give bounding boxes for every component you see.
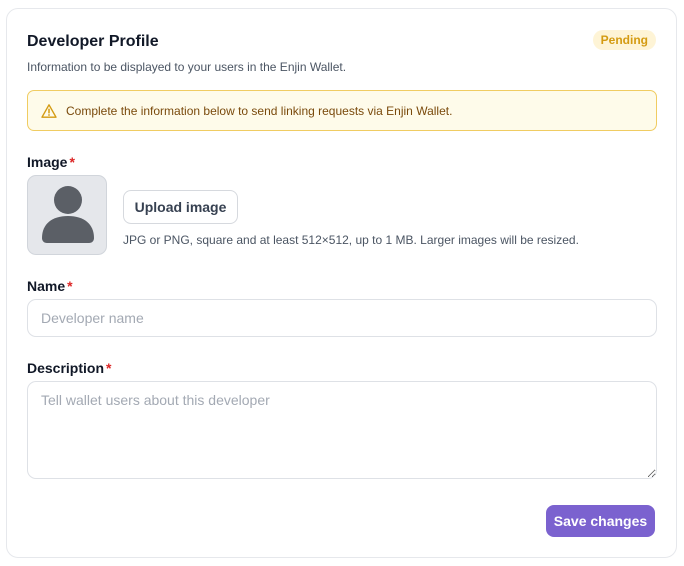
page-title: Developer Profile	[27, 33, 159, 50]
name-label: Name *	[27, 278, 73, 294]
image-label-text: Image	[27, 154, 68, 170]
page-subtitle: Information to be displayed to your user…	[27, 60, 347, 74]
upload-image-button[interactable]: Upload image	[123, 190, 238, 224]
avatar	[27, 175, 107, 255]
required-marker: *	[67, 278, 73, 294]
description-label: Description *	[27, 360, 111, 376]
name-label-text: Name	[27, 278, 66, 294]
save-changes-button[interactable]: Save changes	[546, 505, 655, 537]
warning-triangle-icon	[41, 103, 57, 119]
image-hint: JPG or PNG, square and at least 512×512,…	[123, 233, 579, 247]
status-badge: Pending	[592, 30, 656, 50]
description-textarea[interactable]	[27, 381, 657, 479]
required-marker: *	[106, 360, 112, 376]
user-placeholder-icon	[42, 186, 94, 243]
alert-text: Complete the information below to send l…	[66, 104, 453, 118]
required-marker: *	[69, 154, 75, 170]
image-label: Image *	[27, 154, 75, 170]
developer-profile-card: Developer Profile Information to be disp…	[6, 8, 677, 558]
description-label-text: Description	[27, 360, 105, 376]
info-alert: Complete the information below to send l…	[27, 90, 657, 131]
name-input[interactable]	[27, 299, 657, 337]
